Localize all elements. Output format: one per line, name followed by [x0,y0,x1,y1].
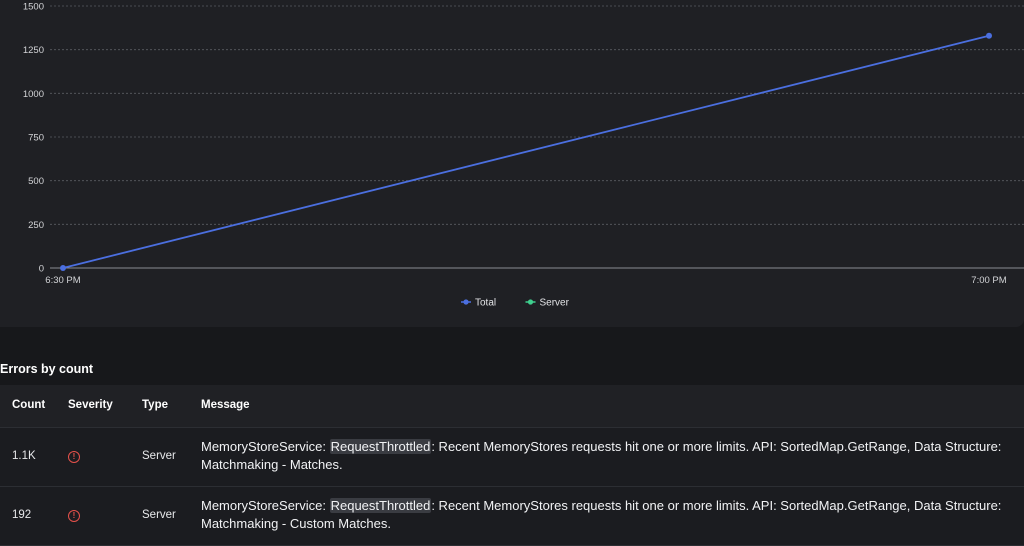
column-header-count[interactable]: Count [12,399,45,411]
severity-cell: ! [68,448,80,463]
y-tick-label: 500 [28,176,44,187]
severity-cell: ! [68,507,80,522]
errors-chart-card: 0 250 500 750 1000 1250 1500 6:30 PM 7:00 PM Tota… [0,0,1024,327]
column-header-type[interactable]: Type [142,399,168,411]
message-prefix: MemoryStoreService: [201,498,330,513]
series-line-total [62,34,990,269]
y-tick-label: 0 [39,264,44,275]
error-count: 192 [12,509,32,521]
errors-table: Count Severity Type Message 1.1K ! Serve… [0,385,1024,546]
column-header-severity[interactable]: Severity [68,399,113,411]
y-tick-label: 1500 [23,2,44,13]
legend-label-server: Server [540,298,570,309]
error-circle-icon: ! [68,451,80,463]
column-header-message[interactable]: Message [201,399,1011,411]
data-point [986,32,992,39]
table-row[interactable]: 1.1K ! Server MemoryStoreService: Reques… [0,428,1024,487]
y-tick-label: 1000 [23,89,44,100]
error-message: MemoryStoreService: RequestThrottled: Re… [201,497,1011,533]
error-type: Server [142,450,176,462]
y-tick-label: 750 [28,133,44,144]
legend-marker [463,299,469,305]
x-tick-label: 7:00 PM [971,275,1006,286]
message-highlight: RequestThrottled [329,439,432,454]
error-circle-icon: ! [68,510,80,522]
error-message: MemoryStoreService: RequestThrottled: Re… [201,438,1011,474]
errors-section-title: Errors by count [0,362,94,376]
errors-line-chart: 0 250 500 750 1000 1250 1500 6:30 PM 7:00 PM Tota… [23,2,1024,309]
y-tick-label: 250 [28,220,44,231]
data-point [60,265,66,271]
error-type: Server [142,509,176,521]
message-prefix: MemoryStoreService: [201,439,330,454]
table-header: Count Severity Type Message [0,385,1024,428]
x-tick-label: 6:30 PM [45,275,80,286]
legend-label-total: Total [475,298,496,309]
error-count: 1.1K [12,450,36,462]
y-tick-label: 1250 [23,45,44,56]
legend-marker [527,299,534,305]
table-row[interactable]: 192 ! Server MemoryStoreService: Request… [0,487,1024,546]
message-highlight: RequestThrottled [329,498,432,513]
